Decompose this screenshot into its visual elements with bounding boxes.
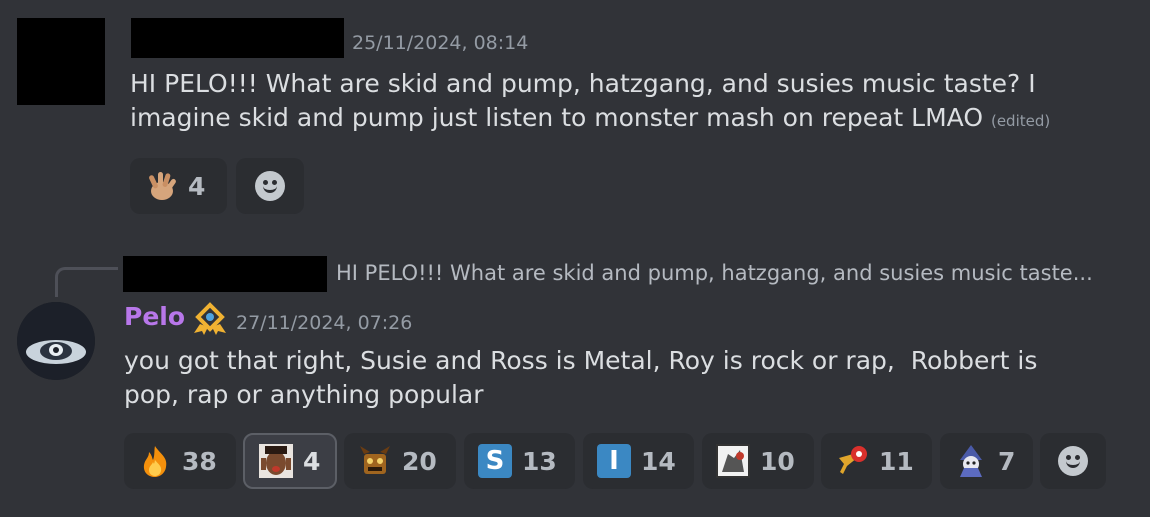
reply-username-redacted[interactable] [123, 256, 327, 292]
reaction-count: 7 [998, 446, 1016, 476]
reaction-count: 4 [303, 446, 321, 476]
character-emoji-icon [360, 446, 390, 474]
saxophone-emoji-icon [839, 446, 867, 474]
reply-connector [55, 267, 118, 297]
fire-emoji-icon [143, 446, 167, 477]
add-reaction-button[interactable] [236, 158, 304, 214]
avatar-icon [17, 302, 95, 380]
reaction-hand[interactable]: 4 [130, 158, 227, 214]
reply-preview[interactable]: HI PELO!!! What are skid and pump, hatzg… [336, 261, 1093, 285]
avatar-redacted[interactable] [17, 18, 105, 105]
message-timestamp: 27/11/2024, 07:26 [236, 312, 413, 334]
reaction-count: 11 [879, 446, 914, 476]
message-line: imagine skid and pump just listen to mon… [130, 101, 1130, 138]
author-name[interactable]: Pelo [124, 302, 185, 331]
comic-emoji-icon [716, 444, 750, 478]
reaction-comic[interactable]: 10 [702, 433, 814, 489]
message-content: you got that right, Susie and Ross is Me… [124, 344, 1124, 412]
avatar[interactable] [17, 302, 95, 380]
message-line-text: imagine skid and pump just listen to mon… [130, 103, 984, 132]
message-timestamp: 25/11/2024, 08:14 [352, 32, 529, 54]
reaction-count: 10 [760, 446, 795, 476]
message-content: HI PELO!!! What are skid and pump, hatzg… [130, 67, 1130, 138]
reaction-saxophone[interactable]: 11 [821, 433, 932, 489]
username-redacted[interactable] [131, 18, 344, 58]
edited-label: (edited) [990, 112, 1051, 130]
reaction-letter-s[interactable]: S 13 [464, 433, 575, 489]
letter-s-emoji-icon: S [478, 444, 512, 478]
add-reaction-icon [1058, 446, 1088, 476]
reaction-count: 13 [522, 446, 557, 476]
reaction-count: 14 [641, 446, 676, 476]
message-line: HI PELO!!! What are skid and pump, hatzg… [130, 69, 1036, 98]
add-reaction-icon [255, 171, 285, 201]
add-reaction-button[interactable] [1040, 433, 1106, 489]
letter-i-emoji-icon: I [597, 444, 631, 478]
message-line: you got that right, Susie and Ross is Me… [124, 346, 1038, 375]
face-emoji-icon [259, 444, 293, 478]
reaction-bar: 38 4 20 S 13 I 14 10 11 7 [124, 433, 1114, 489]
role-badge-icon[interactable] [192, 302, 228, 336]
reaction-count: 38 [182, 446, 217, 476]
reaction-count: 4 [188, 171, 206, 201]
hand-emoji-icon [149, 172, 176, 200]
reaction-character[interactable]: 20 [344, 433, 456, 489]
reaction-wizard[interactable]: 7 [940, 433, 1033, 489]
reaction-letter-i[interactable]: I 14 [583, 433, 694, 489]
message-line: pop, rap or anything popular [124, 380, 484, 409]
reaction-count: 20 [402, 446, 437, 476]
reaction-face[interactable]: 4 [243, 433, 337, 489]
reaction-bar: 4 [130, 158, 330, 214]
wizard-emoji-icon [960, 445, 982, 477]
reaction-fire[interactable]: 38 [124, 433, 236, 489]
